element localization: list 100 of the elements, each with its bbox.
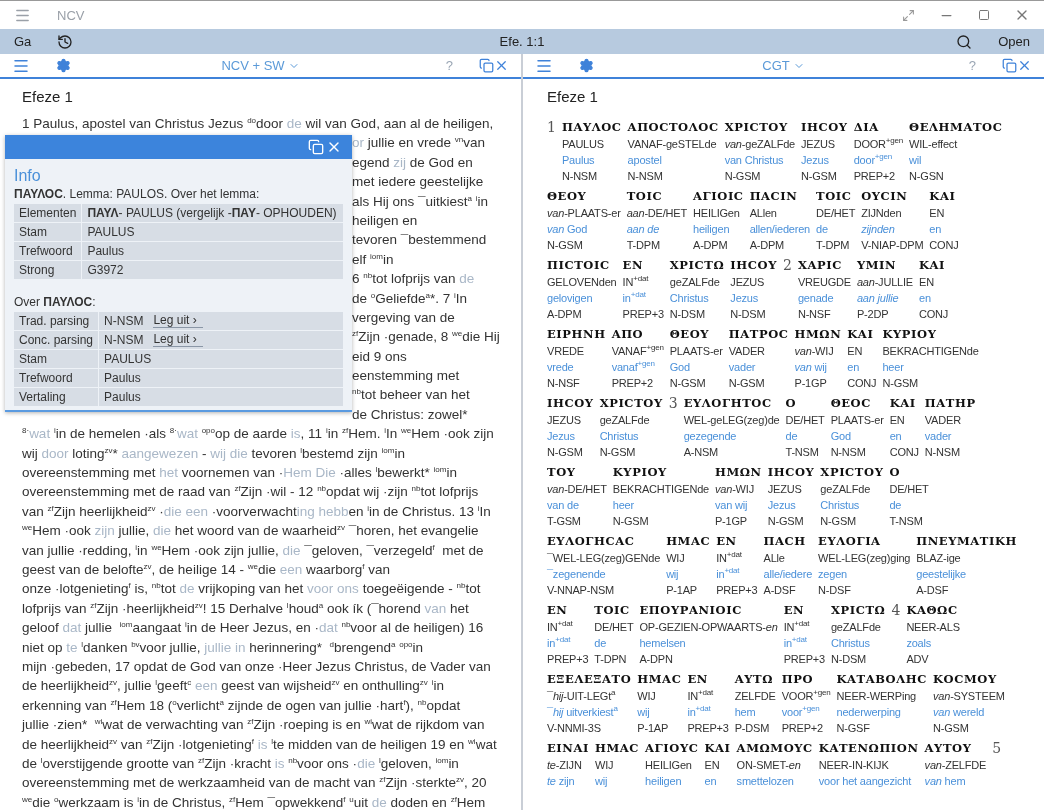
go-button[interactable]: Ga (14, 34, 32, 49)
greek-word[interactable]: ΕΥΛΟΓΙΑ (818, 532, 911, 550)
greek-word[interactable]: ΕΥΛΟΓΗΤΟϹ (683, 394, 780, 412)
search-icon[interactable] (956, 33, 973, 50)
greek-word[interactable]: ΚΑΙ (704, 739, 731, 757)
greek-word[interactable]: ΑΠΟϹΤΟΛΟϹ (627, 118, 719, 136)
greek-word[interactable]: ΚΑΙ (889, 394, 919, 412)
greek-word[interactable]: ΑΠΟ (611, 325, 664, 343)
bible-text-line: tevoren ¯bestemmend (352, 231, 488, 250)
greek-word[interactable]: ΙΗϹΟΥ (730, 256, 777, 274)
bible-text-line: geest van de belofte$^{zv}$, de heilige 14 - $^{we}$die een waarborg$^{f}$ van (22, 561, 391, 579)
bible-text-line: overeenstemming met de raad van $^{zf}$Zijn ·wil - 12 $^{nb}$opdat wij ·zijn $^{nb}$tot lofprijs (22, 483, 480, 502)
greek-word[interactable]: ΗΜΑϹ (666, 532, 711, 550)
greek-word[interactable]: ΠΑϹΗ (763, 532, 813, 550)
greek-word[interactable]: ΧΡΙϹΤΟΥ (724, 118, 795, 136)
greek-word[interactable]: ΙΗϹΟΥ (801, 118, 848, 136)
restore-icon[interactable] (308, 139, 324, 155)
greek-word[interactable]: ΠΙϹΤΟΙϹ (547, 256, 617, 274)
parsing-code: CONJ (929, 238, 959, 253)
greek-word[interactable]: ΚΥΡΙΟΥ (612, 463, 709, 481)
greek-word[interactable]: ΑΜΩΜΟΥϹ (736, 739, 813, 757)
greek-word[interactable]: ΕΠΟΥΡΑΝΙΟΙϹ (639, 601, 778, 619)
parsing-code: N-GSM (547, 445, 584, 460)
greek-word[interactable]: ΑΥΤΟΥ (924, 739, 987, 757)
greek-word[interactable]: ΠΑϹΙΝ (749, 187, 811, 205)
settings-icon[interactable] (56, 58, 71, 73)
greek-word[interactable]: ΙΗϹΟΥ (767, 463, 815, 481)
greek-word[interactable]: ΤΟΙϹ (594, 601, 634, 619)
greek-word[interactable]: ΧΡΙϹΤΩ (669, 256, 725, 274)
greek-word[interactable]: ΚΑΤΑΒΟΛΗϹ (836, 670, 927, 688)
greek-word[interactable]: ΘΕΟϹ (830, 394, 884, 412)
greek-word[interactable]: ΕΝ (783, 601, 825, 619)
greek-word[interactable]: Ο (785, 394, 825, 412)
parsing-code: N-GSM (728, 376, 766, 391)
settings-icon[interactable] (579, 58, 594, 73)
greek-word[interactable]: ΠΡΟ (781, 670, 831, 688)
history-icon[interactable] (57, 33, 74, 50)
restore-icon[interactable] (479, 58, 494, 73)
table-value: N-NSM (99, 331, 149, 349)
literal-gloss: van-WIJ (794, 344, 835, 359)
greek-word[interactable]: ΚΑΘΩϹ (906, 601, 960, 619)
greek-word[interactable]: ΠΑΥΛΟϹ (561, 118, 622, 136)
greek-word[interactable]: ΗΜΩΝ (794, 325, 842, 343)
greek-word[interactable]: ΤΟΥ (547, 463, 607, 481)
literal-gloss: aan-JULLIE (856, 275, 913, 290)
close-icon[interactable] (1017, 58, 1032, 73)
greek-word[interactable]: ΘΕΛΗΜΑΤΟϹ (909, 118, 1003, 136)
explain-link[interactable]: Leg uit › (153, 314, 203, 328)
greek-word[interactable]: ΘΕΟΥ (669, 325, 723, 343)
greek-word[interactable]: ΕΙΝΑΙ (547, 739, 589, 757)
literal-gloss: BEKRACHTIGENde (612, 482, 709, 497)
parsing-code: N-DSM (730, 307, 767, 322)
greek-word[interactable]: ΧΡΙϹΤΟΥ (820, 463, 884, 481)
parsing-code: N-NSM (561, 169, 598, 184)
greek-word[interactable]: ΗΜΑϹ (594, 739, 640, 757)
greek-word[interactable]: ΠΝΕΥΜΑΤΙΚΗ (916, 532, 1018, 550)
greek-word[interactable]: ΤΟΙϹ (816, 187, 856, 205)
literal-gloss: IN$^{+dat}$ (716, 550, 743, 566)
restore-icon[interactable] (1002, 58, 1017, 73)
greek-word[interactable]: ΑΓΙΟΙϹ (693, 187, 744, 205)
literal-gloss: ¯WEL-LEG(zeg)GENde (547, 551, 661, 566)
literal-gloss: HEILIGen (645, 758, 693, 773)
expand-icon[interactable] (902, 8, 915, 22)
greek-word[interactable]: ΠΑΤΡΟϹ (728, 325, 789, 343)
greek-word[interactable]: ΕΝ (622, 256, 664, 274)
greek-word[interactable]: ΚΑΤΕΝΩΠΙΟΝ (818, 739, 919, 757)
greek-word[interactable]: ΚΑΙ (847, 325, 877, 343)
literal-gloss: ZELFDE (734, 689, 776, 704)
greek-word[interactable]: ΠΑΤΗΡ (924, 394, 976, 412)
greek-word[interactable]: ΧΡΙϹΤΟΥ (599, 394, 663, 412)
maximize-icon[interactable] (978, 9, 990, 21)
greek-word[interactable]: ΚΥΡΙΟΥ (882, 325, 979, 343)
greek-word[interactable]: ΘΕΟΥ (547, 187, 621, 205)
greek-word[interactable]: ΕΞΕΛΕΞΑΤΟ (547, 670, 632, 688)
greek-word[interactable]: ΚΑΙ (919, 256, 949, 274)
translation-gloss: Jezus (767, 498, 797, 513)
greek-word[interactable]: ΕΥΛΟΓΗϹΑϹ (547, 532, 661, 550)
greek-word[interactable]: ΙΗϹΟΥ (547, 394, 594, 412)
literal-gloss: DOOR$^{+gen}$ (853, 136, 904, 152)
greek-word[interactable]: ΔΙΑ (853, 118, 904, 136)
greek-word[interactable]: ΕΝ (716, 532, 758, 550)
greek-word[interactable]: ΗΜΑϹ (637, 670, 682, 688)
greek-word[interactable]: ΗΜΩΝ (715, 463, 762, 481)
explain-link[interactable]: Leg uit › (153, 333, 203, 347)
greek-word[interactable]: Ο (889, 463, 929, 481)
greek-word[interactable]: ΧΡΙϹΤΩ (830, 601, 886, 619)
greek-word[interactable]: ΑΥΤΩ (734, 670, 776, 688)
greek-word[interactable]: ΟΥϹΙΝ (861, 187, 924, 205)
greek-word[interactable]: ΕΝ (547, 601, 589, 619)
greek-word[interactable]: ΕΙΡΗΝΗ (547, 325, 606, 343)
open-button[interactable]: Open (998, 34, 1030, 49)
translation-gloss: en (889, 429, 903, 444)
greek-word[interactable]: ΤΟΙϹ (626, 187, 687, 205)
greek-word[interactable]: ΚΟϹΜΟΥ (933, 670, 1005, 688)
close-icon[interactable] (494, 58, 509, 73)
greek-word[interactable]: ΥΜΙΝ (856, 256, 913, 274)
greek-word[interactable]: ΕΝ (687, 670, 729, 688)
greek-word[interactable]: ΚΑΙ (929, 187, 959, 205)
greek-word[interactable]: ΧΑΡΙϹ (797, 256, 851, 274)
greek-word[interactable]: ΑΓΙΟΥϹ (645, 739, 699, 757)
